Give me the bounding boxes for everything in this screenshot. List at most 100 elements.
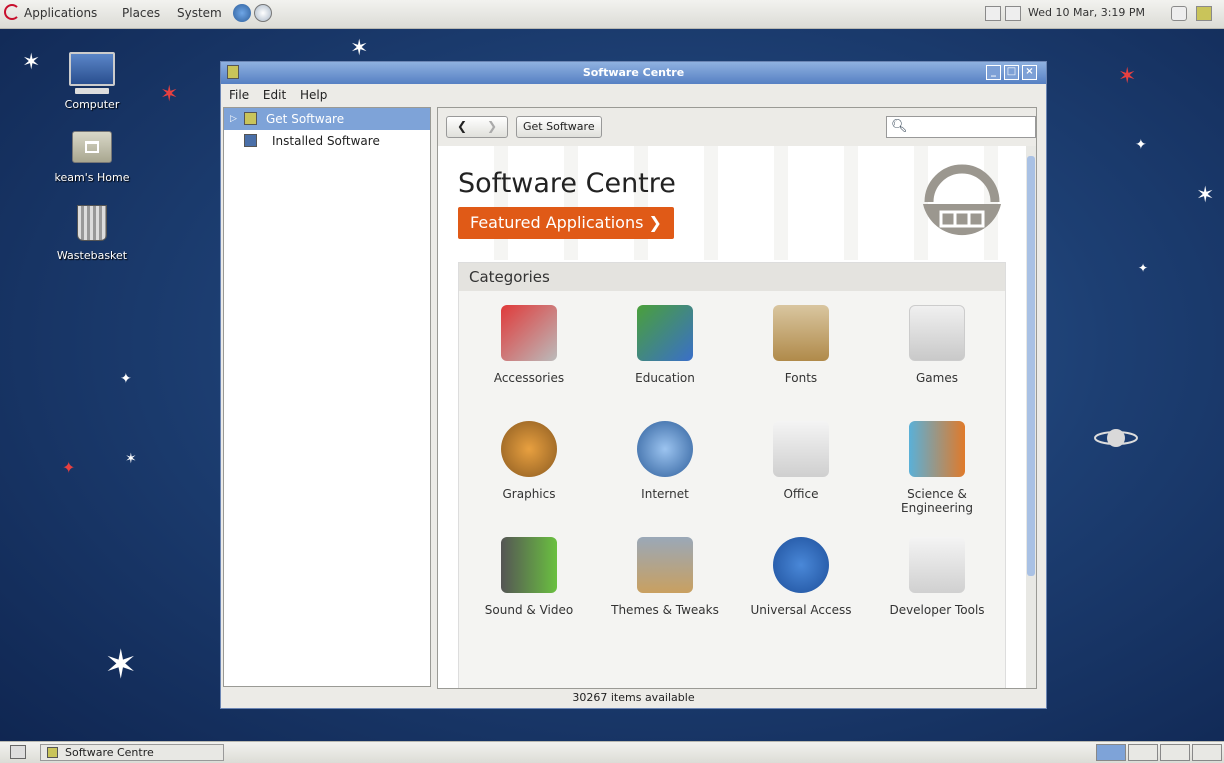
category-fonts[interactable]: Fonts xyxy=(741,305,861,385)
volume-icon[interactable] xyxy=(1171,6,1187,21)
category-universal-access[interactable]: Universal Access xyxy=(741,537,861,617)
desktop-icon-home[interactable]: keam's Home xyxy=(52,131,132,184)
category-graphics[interactable]: Graphics xyxy=(469,421,589,501)
category-label: Developer Tools xyxy=(889,603,985,617)
updates-tray-icon[interactable] xyxy=(1005,6,1021,21)
scrollbar-thumb[interactable] xyxy=(1027,156,1035,576)
star-decoration: ✶ xyxy=(1118,64,1137,89)
category-themes-tweaks[interactable]: Themes & Tweaks xyxy=(605,537,725,617)
mail-client-icon[interactable] xyxy=(254,4,272,22)
menu-help[interactable]: Help xyxy=(300,88,327,102)
category-sound-video[interactable]: Sound & Video xyxy=(469,537,589,617)
star-decoration: ✶ xyxy=(160,82,179,107)
software-centre-icon xyxy=(47,747,58,758)
package-tray-icon[interactable] xyxy=(1196,6,1212,21)
category-label: Sound & Video xyxy=(484,603,574,617)
clock[interactable]: Wed 10 Mar, 3:19 PM xyxy=(1028,6,1145,19)
web-browser-icon[interactable] xyxy=(233,4,251,22)
software-centre-window: Software Centre _ □ × File Edit Help ▷ G… xyxy=(220,61,1047,709)
star-decoration: ✶ xyxy=(1196,183,1215,208)
accessories-icon xyxy=(501,305,557,361)
search-icon: 🔍︎ xyxy=(891,119,908,134)
debian-logo-icon[interactable] xyxy=(4,4,20,20)
category-label: Themes & Tweaks xyxy=(611,603,719,617)
window-title: Software Centre xyxy=(582,66,685,79)
graphics-icon xyxy=(501,421,557,477)
nav-buttons: ❮ ❯ xyxy=(446,116,508,138)
maximize-button[interactable]: □ xyxy=(1004,65,1019,80)
menu-file[interactable]: File xyxy=(229,88,249,102)
taskbar-button-software-centre[interactable]: Software Centre xyxy=(40,744,224,761)
basket-logo-icon xyxy=(923,164,1001,236)
breadcrumb-get-software[interactable]: Get Software xyxy=(516,116,602,138)
desktop-icon-label: Computer xyxy=(64,98,120,111)
status-bar: 30267 items available xyxy=(572,691,695,704)
minimize-button[interactable]: _ xyxy=(986,65,1001,80)
internet-icon xyxy=(637,421,693,477)
sound-video-icon xyxy=(501,537,557,593)
system-menu[interactable]: System xyxy=(177,6,222,20)
category-office[interactable]: Office xyxy=(741,421,861,501)
vertical-scrollbar[interactable] xyxy=(1026,146,1036,688)
top-panel: Applications Places System Wed 10 Mar, 3… xyxy=(0,0,1224,29)
games-icon xyxy=(909,305,965,361)
category-internet[interactable]: Internet xyxy=(605,421,725,501)
search-input[interactable]: 🔍︎ xyxy=(886,116,1036,138)
back-button[interactable]: ❮ xyxy=(457,119,467,133)
expander-icon[interactable]: ▷ xyxy=(230,108,237,130)
star-decoration: ✦ xyxy=(62,458,76,477)
planet-decoration xyxy=(1094,429,1138,447)
applications-menu[interactable]: Applications xyxy=(24,6,97,20)
wastebasket-icon xyxy=(77,205,107,241)
category-science-engineering[interactable]: Science & Engineering xyxy=(877,421,997,515)
sidebar-item-get-software[interactable]: ▷ Get Software xyxy=(224,108,430,130)
category-label: Internet xyxy=(641,487,689,501)
sidebar-item-installed-software[interactable]: Installed Software xyxy=(224,130,430,152)
star-decoration: ✦ xyxy=(1138,261,1149,275)
star-decoration: ✶ xyxy=(22,50,41,75)
taskbar-label: Software Centre xyxy=(65,746,154,759)
sidebar: ▷ Get Software Installed Software xyxy=(223,107,431,687)
close-button[interactable]: × xyxy=(1022,65,1037,80)
get-software-icon xyxy=(244,112,257,125)
show-desktop-icon[interactable] xyxy=(10,745,26,759)
workspace-4[interactable] xyxy=(1192,744,1222,761)
science-icon xyxy=(909,421,965,477)
forward-button[interactable]: ❯ xyxy=(487,119,497,133)
developer-tools-icon xyxy=(909,537,965,593)
star-decoration: ✶ xyxy=(350,36,369,61)
category-games[interactable]: Games xyxy=(877,305,997,385)
menu-edit[interactable]: Edit xyxy=(263,88,286,102)
window-menu-icon[interactable] xyxy=(227,65,239,79)
star-decoration: ✦ xyxy=(1135,137,1147,153)
categories-panel: Categories Accessories Education Fonts G… xyxy=(458,262,1006,688)
category-developer-tools[interactable]: Developer Tools xyxy=(877,537,997,617)
home-folder-icon xyxy=(72,131,112,163)
workspace-3[interactable] xyxy=(1160,744,1190,761)
desktop-icon-computer[interactable]: Computer xyxy=(52,52,132,111)
category-label: Games xyxy=(916,371,958,385)
places-menu[interactable]: Places xyxy=(122,6,160,20)
window-titlebar[interactable]: Software Centre _ □ × xyxy=(221,62,1046,84)
desktop-icon-label: keam's Home xyxy=(54,171,130,184)
fonts-icon xyxy=(773,305,829,361)
category-label: Education xyxy=(635,371,695,385)
category-education[interactable]: Education xyxy=(605,305,725,385)
office-icon xyxy=(773,421,829,477)
workspace-2[interactable] xyxy=(1128,744,1158,761)
desktop-icon-label: Wastebasket xyxy=(56,249,128,262)
category-label: Office xyxy=(783,487,819,501)
workspace-1[interactable] xyxy=(1096,744,1126,761)
installed-software-icon xyxy=(244,134,257,147)
desktop-icon-wastebasket[interactable]: Wastebasket xyxy=(52,205,132,262)
featured-applications-button[interactable]: Featured Applications ❯ xyxy=(458,207,674,239)
category-label: Universal Access xyxy=(750,603,852,617)
education-icon xyxy=(637,305,693,361)
universal-access-icon xyxy=(773,537,829,593)
star-decoration: ✶ xyxy=(125,451,137,467)
category-accessories[interactable]: Accessories xyxy=(469,305,589,385)
banner: Software Centre Featured Applications ❯ xyxy=(438,146,1026,260)
notes-tray-icon[interactable] xyxy=(985,6,1001,21)
category-label: Fonts xyxy=(784,371,818,385)
category-label: Accessories xyxy=(493,371,565,385)
